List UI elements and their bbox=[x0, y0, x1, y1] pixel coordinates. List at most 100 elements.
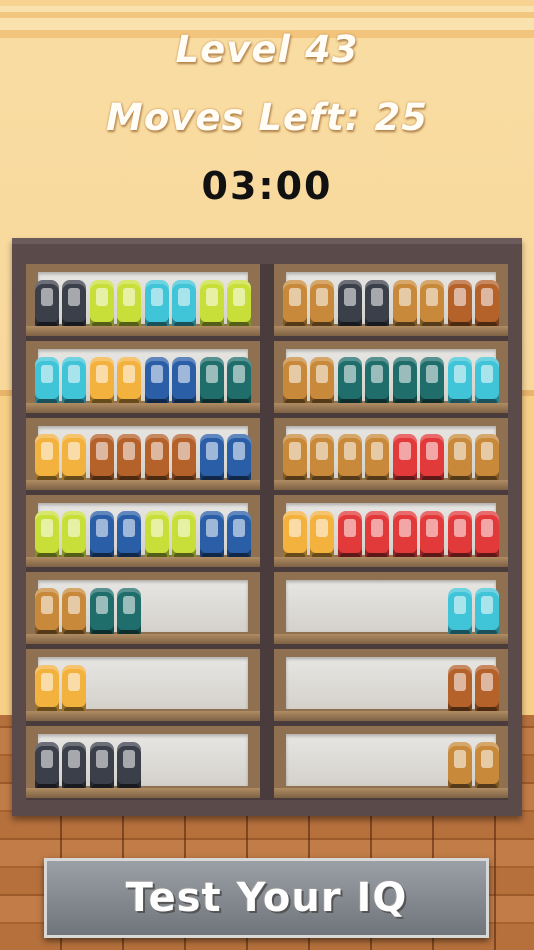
test-your-iq-label: Test Your IQ bbox=[125, 875, 408, 921]
sneaker-pair-lime[interactable] bbox=[89, 274, 142, 330]
sneaker-pair-navy[interactable] bbox=[89, 505, 142, 561]
sneaker-icon bbox=[35, 434, 59, 484]
sneaker-pair-purple[interactable] bbox=[89, 736, 142, 792]
shelf-lip bbox=[26, 557, 260, 567]
sneaker-icon bbox=[475, 588, 499, 638]
shelf-lip bbox=[274, 788, 508, 798]
sneaker-pair-brown[interactable] bbox=[144, 428, 197, 484]
shelf-5-left[interactable] bbox=[26, 572, 260, 644]
sneaker-icon bbox=[448, 357, 472, 407]
shoe-slots bbox=[34, 736, 252, 792]
shelf-7-right[interactable] bbox=[274, 726, 508, 798]
sneaker-pair-tan[interactable] bbox=[282, 274, 335, 330]
sneaker-icon bbox=[338, 357, 362, 407]
sneaker-pair-tan[interactable] bbox=[34, 582, 87, 638]
test-your-iq-button[interactable]: Test Your IQ bbox=[44, 858, 489, 938]
sneaker-pair-tan[interactable] bbox=[337, 428, 390, 484]
sneaker-pair-sky[interactable] bbox=[447, 351, 500, 407]
shoe-slots bbox=[34, 505, 252, 561]
sneaker-pair-tan[interactable] bbox=[392, 274, 445, 330]
sneaker-icon bbox=[310, 511, 334, 561]
sneaker-icon bbox=[145, 357, 169, 407]
shelf-1-left[interactable] bbox=[26, 264, 260, 336]
shelf-lip bbox=[26, 480, 260, 490]
shoe-slots bbox=[34, 659, 252, 715]
sneaker-pair-red[interactable] bbox=[392, 428, 445, 484]
shoe-slots bbox=[34, 351, 252, 407]
sneaker-pair-navy[interactable] bbox=[199, 505, 252, 561]
shelf-4-right[interactable] bbox=[274, 495, 508, 567]
shelf-6-right[interactable] bbox=[274, 649, 508, 721]
sneaker-pair-brown[interactable] bbox=[447, 274, 500, 330]
sneaker-pair-tan[interactable] bbox=[282, 351, 335, 407]
shelf-3-left[interactable] bbox=[26, 418, 260, 490]
sneaker-pair-navy[interactable] bbox=[199, 428, 252, 484]
sneaker-icon bbox=[35, 511, 59, 561]
sneaker-icon bbox=[172, 511, 196, 561]
shelf-1-right[interactable] bbox=[274, 264, 508, 336]
shelf-lip bbox=[274, 634, 508, 644]
sneaker-icon bbox=[227, 434, 251, 484]
sneaker-pair-graffiti[interactable] bbox=[34, 428, 87, 484]
shelf-7-left[interactable] bbox=[26, 726, 260, 798]
shelf-4-left[interactable] bbox=[26, 495, 260, 567]
sneaker-icon bbox=[310, 280, 334, 330]
shoe-cabinet bbox=[12, 238, 522, 816]
shelf-3-right[interactable] bbox=[274, 418, 508, 490]
sneaker-pair-graffiti[interactable] bbox=[89, 351, 142, 407]
shelf-lip bbox=[26, 403, 260, 413]
sneaker-pair-graffiti[interactable] bbox=[34, 659, 87, 715]
sneaker-pair-sky[interactable] bbox=[34, 351, 87, 407]
shelf-6-left[interactable] bbox=[26, 649, 260, 721]
shelf-5-right[interactable] bbox=[274, 572, 508, 644]
sneaker-icon bbox=[365, 434, 389, 484]
sneaker-icon bbox=[393, 280, 417, 330]
sneaker-pair-tan[interactable] bbox=[447, 428, 500, 484]
sneaker-pair-teal[interactable] bbox=[337, 351, 390, 407]
sneaker-pair-teal[interactable] bbox=[89, 582, 142, 638]
sneaker-icon bbox=[35, 357, 59, 407]
sneaker-icon bbox=[145, 511, 169, 561]
sneaker-pair-graffiti[interactable] bbox=[282, 505, 335, 561]
sneaker-pair-teal[interactable] bbox=[392, 351, 445, 407]
sneaker-pair-brown[interactable] bbox=[89, 428, 142, 484]
sneaker-icon bbox=[365, 280, 389, 330]
sneaker-icon bbox=[227, 357, 251, 407]
sneaker-icon bbox=[448, 742, 472, 792]
sneaker-pair-tan[interactable] bbox=[447, 736, 500, 792]
shelf-2-right[interactable] bbox=[274, 341, 508, 413]
countdown-timer: 03:00 bbox=[201, 164, 333, 208]
sneaker-icon bbox=[475, 665, 499, 715]
sneaker-icon bbox=[475, 357, 499, 407]
sneaker-icon bbox=[365, 357, 389, 407]
sneaker-icon bbox=[338, 280, 362, 330]
sneaker-pair-teal[interactable] bbox=[199, 351, 252, 407]
shoe-slots bbox=[282, 582, 500, 638]
sneaker-icon bbox=[393, 357, 417, 407]
sneaker-icon bbox=[200, 434, 224, 484]
sneaker-pair-purple[interactable] bbox=[34, 274, 87, 330]
sneaker-icon bbox=[420, 280, 444, 330]
shelf-2-left[interactable] bbox=[26, 341, 260, 413]
sneaker-pair-purple[interactable] bbox=[34, 736, 87, 792]
sneaker-icon bbox=[117, 588, 141, 638]
sneaker-icon bbox=[117, 511, 141, 561]
sneaker-icon bbox=[227, 511, 251, 561]
sneaker-icon bbox=[90, 434, 114, 484]
sneaker-pair-sky[interactable] bbox=[447, 582, 500, 638]
sneaker-pair-navy[interactable] bbox=[144, 351, 197, 407]
shoe-slots bbox=[34, 274, 252, 330]
sneaker-icon bbox=[448, 434, 472, 484]
sneaker-pair-sky[interactable] bbox=[144, 274, 197, 330]
sneaker-pair-brown[interactable] bbox=[447, 659, 500, 715]
sneaker-pair-lime[interactable] bbox=[199, 274, 252, 330]
sneaker-pair-purple[interactable] bbox=[337, 274, 390, 330]
shelf-lip bbox=[26, 788, 260, 798]
sneaker-pair-red[interactable] bbox=[447, 505, 500, 561]
level-label: Level 43 bbox=[175, 28, 359, 71]
sneaker-pair-red[interactable] bbox=[392, 505, 445, 561]
sneaker-pair-tan[interactable] bbox=[282, 428, 335, 484]
sneaker-pair-lime[interactable] bbox=[34, 505, 87, 561]
sneaker-pair-lime[interactable] bbox=[144, 505, 197, 561]
sneaker-pair-red[interactable] bbox=[337, 505, 390, 561]
